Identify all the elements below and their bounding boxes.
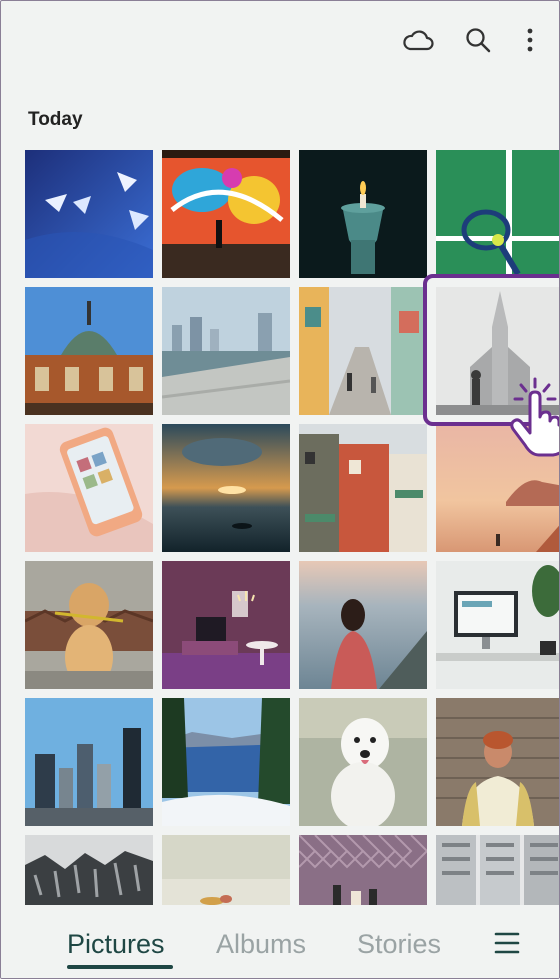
- photo-tile-candle-lantern[interactable]: [299, 150, 427, 278]
- tap-hand-icon: [505, 375, 559, 457]
- bottom-navigation: Pictures Albums Stories: [1, 905, 559, 978]
- photo-tile-smiling-person[interactable]: [436, 698, 559, 826]
- photo-tile-woman-at-sea[interactable]: [299, 561, 427, 689]
- photo-tile-city-river-steps[interactable]: [162, 287, 290, 415]
- photo-tile-graffiti-wall[interactable]: [162, 150, 290, 278]
- photo-tile-station-building[interactable]: [25, 287, 153, 415]
- tab-albums[interactable]: Albums: [216, 929, 306, 960]
- app-frame: Today Pictures Albums Stories: [0, 0, 560, 979]
- tab-pictures[interactable]: Pictures: [67, 929, 165, 960]
- tab-stories[interactable]: Stories: [357, 929, 441, 960]
- section-title-today: Today: [28, 109, 83, 130]
- photo-tile-phone-in-hand[interactable]: [25, 424, 153, 552]
- cloud-icon[interactable]: [401, 23, 435, 57]
- hamburger-menu-icon[interactable]: [494, 931, 520, 955]
- photo-tile-tennis-racket[interactable]: [436, 150, 559, 278]
- photo-grid: [25, 150, 559, 905]
- photo-tile-crowd-aerial[interactable]: [25, 835, 153, 905]
- photo-tile-apartment-blocks[interactable]: [436, 835, 559, 905]
- photo-tile-table-dinner[interactable]: [162, 835, 290, 905]
- more-vert-icon[interactable]: [513, 23, 547, 57]
- photo-tile-skyscrapers[interactable]: [25, 698, 153, 826]
- photo-tile-colorful-street[interactable]: [299, 287, 427, 415]
- photo-tile-old-houses[interactable]: [299, 424, 427, 552]
- photo-tile-white-dog[interactable]: [299, 698, 427, 826]
- top-toolbar: [1, 1, 559, 81]
- photo-tile-fence-bottles[interactable]: [299, 835, 427, 905]
- photo-tile-golden-dog[interactable]: [25, 561, 153, 689]
- photo-tile-paper-boats[interactable]: [25, 150, 153, 278]
- active-tab-indicator: [67, 965, 173, 969]
- search-icon[interactable]: [461, 23, 495, 57]
- photo-tile-sunset-sea[interactable]: [162, 424, 290, 552]
- photo-tile-purple-room[interactable]: [162, 561, 290, 689]
- photo-tile-lake-pines[interactable]: [162, 698, 290, 826]
- photo-tile-desk-computer[interactable]: [436, 561, 559, 689]
